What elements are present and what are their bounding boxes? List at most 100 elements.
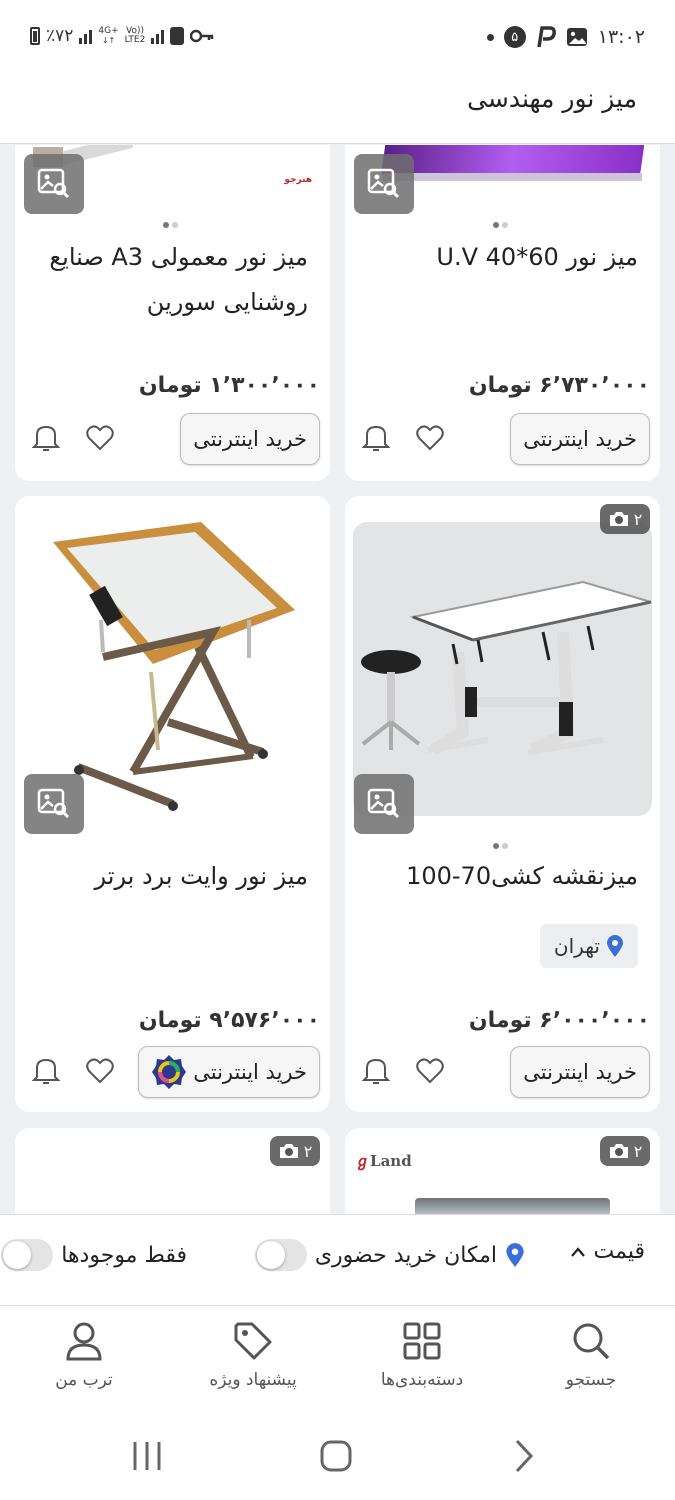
price-alert-button[interactable] xyxy=(29,421,63,455)
page-header: میز نور مهندسی xyxy=(0,78,675,144)
network-type: 4G+ ↓↑ xyxy=(98,25,119,45)
price-alert-button[interactable] xyxy=(359,421,393,455)
in-stock-toggle[interactable] xyxy=(1,1239,54,1271)
user-icon xyxy=(66,1322,102,1361)
price-alert-button[interactable] xyxy=(359,1054,393,1088)
product-image[interactable] xyxy=(23,522,322,816)
photo-count-badge: ۲ xyxy=(270,1136,320,1166)
bell-icon xyxy=(32,1058,60,1084)
product-price: ۶٬۰۰۰٬۰۰۰ تومان xyxy=(468,1008,650,1033)
brand-logo: هنرجو xyxy=(284,175,312,185)
favorite-button[interactable] xyxy=(83,1054,117,1088)
camera-icon xyxy=(279,1144,298,1158)
chevron-up-icon xyxy=(570,1246,585,1257)
nav-search[interactable]: جستجو xyxy=(521,1320,661,1390)
price-alert-button[interactable] xyxy=(29,1054,63,1088)
tag-icon xyxy=(234,1322,272,1360)
camera-icon xyxy=(609,512,628,526)
favorite-button[interactable] xyxy=(83,421,117,455)
search-icon xyxy=(573,1323,610,1360)
buy-online-button[interactable]: خرید اینترنتی xyxy=(180,413,320,465)
notification-dot xyxy=(486,33,494,41)
back-icon[interactable] xyxy=(505,1436,545,1476)
product-image[interactable] xyxy=(353,522,652,816)
nav-offers[interactable]: پیشنهاد ویژه xyxy=(183,1320,323,1390)
lte-indicator: Vo)) LTE2 xyxy=(124,26,146,45)
battery-icon xyxy=(30,27,40,45)
image-search-icon xyxy=(367,168,400,199)
buy-online-button[interactable]: خرید اینترنتی xyxy=(510,413,650,465)
buy-online-button[interactable]: خرید اینترنتی xyxy=(138,1046,320,1098)
image-search-icon xyxy=(37,168,70,199)
product-price: ۹٬۵۷۶٬۰۰۰ تومان xyxy=(138,1008,320,1033)
heart-icon xyxy=(416,425,444,451)
heart-icon xyxy=(86,425,114,451)
signal-icon-2 xyxy=(151,28,165,44)
image-pager-dots xyxy=(493,843,508,849)
bell-icon xyxy=(362,425,390,451)
grid-icon xyxy=(403,1322,441,1360)
light-table-image xyxy=(53,522,295,811)
gallery-icon xyxy=(566,28,587,46)
p-app-icon xyxy=(537,26,556,48)
in-person-filter[interactable]: امکان خرید حضوری xyxy=(254,1239,525,1271)
heart-icon xyxy=(416,1058,444,1084)
buy-online-button[interactable]: خرید اینترنتی xyxy=(510,1046,650,1098)
image-pager-dots xyxy=(493,222,508,228)
product-title[interactable]: میز نور 60*40 U.V xyxy=(365,235,638,280)
bell-icon xyxy=(32,425,60,451)
product-title[interactable]: میز نور معمولی A3 صنایع روشنایی سورین xyxy=(35,235,308,325)
product-card[interactable]: ۲ xyxy=(15,1128,330,1218)
nav-search-label: جستجو xyxy=(565,1370,617,1390)
product-card[interactable]: میز نور 60*40 U.V ۶٬۷۳۰٬۰۰۰ تومان خرید ا… xyxy=(345,145,660,481)
image-search-icon xyxy=(37,788,70,819)
product-title[interactable]: میز نور وایت برد برتر xyxy=(35,854,308,899)
key-icon xyxy=(190,29,214,43)
product-price: ۱٬۳۰۰٬۰۰۰ تومان xyxy=(138,373,320,398)
price-sort-filter[interactable]: قیمت xyxy=(570,1239,645,1264)
in-stock-filter[interactable]: فقط موجودها xyxy=(1,1239,187,1271)
brand-logo: ℊLand xyxy=(355,1152,412,1170)
image-search-button[interactable] xyxy=(24,774,84,834)
nav-offers-label: پیشنهاد ویژه xyxy=(209,1370,297,1390)
favorite-button[interactable] xyxy=(413,421,447,455)
image-search-button[interactable] xyxy=(354,154,414,214)
shop-logo-icon xyxy=(152,1055,187,1089)
image-search-button[interactable] xyxy=(24,154,84,214)
location-pin-icon xyxy=(506,1243,524,1267)
notification-count-badge: ۵ xyxy=(503,26,526,48)
favorite-button[interactable] xyxy=(413,1054,447,1088)
signal-icon xyxy=(79,28,93,44)
clock: ۱۳:۰۲ xyxy=(597,26,645,48)
camera-icon xyxy=(609,1144,628,1158)
status-left: ٪۷۲ 4G+ ↓↑ Vo)) LTE2 xyxy=(30,26,214,46)
battery-level: ٪۷۲ xyxy=(46,26,74,46)
status-right: ۵ ۱۳:۰۲ xyxy=(486,26,645,48)
nav-my-torob[interactable]: ترب من xyxy=(14,1320,154,1390)
image-pager-dots xyxy=(163,222,178,228)
recent-apps-icon[interactable] xyxy=(127,1436,167,1476)
nav-categories[interactable]: دسته‌بندی‌ها xyxy=(352,1320,492,1390)
photo-count-badge: ۲ xyxy=(600,1136,650,1166)
image-search-button[interactable] xyxy=(354,774,414,834)
image-search-icon xyxy=(367,788,400,819)
home-icon[interactable] xyxy=(316,1436,356,1476)
in-person-toggle[interactable] xyxy=(254,1239,307,1271)
lock-icon xyxy=(170,27,185,45)
heart-icon xyxy=(86,1058,114,1084)
location-pin-icon xyxy=(607,935,623,957)
product-card[interactable]: ۲ میزنقشه کشی70-100 تهران ۶٬۰۰۰٬۰۰۰ توما… xyxy=(345,496,660,1112)
system-navigation-bar xyxy=(0,1418,675,1500)
product-title[interactable]: میزنقشه کشی70-100 xyxy=(365,854,638,899)
status-bar: ٪۷۲ 4G+ ↓↑ Vo)) LTE2 ۵ ۱۳:۰۲ xyxy=(0,0,675,78)
page-title: میز نور مهندسی xyxy=(467,84,637,113)
drafting-table-image xyxy=(361,580,652,756)
product-card[interactable]: میز نور وایت برد برتر ۹٬۵۷۶٬۰۰۰ تومان خر… xyxy=(15,496,330,1112)
filter-bar: قیمت امکان خرید حضوری فقط موجودها xyxy=(0,1214,675,1306)
location-chip[interactable]: تهران xyxy=(539,924,638,968)
photo-count-badge: ۲ xyxy=(600,504,650,534)
product-card[interactable]: ℊLand ۲ xyxy=(345,1128,660,1218)
product-card[interactable]: هنرجو میز نور معمولی A3 صنایع روشنایی سو… xyxy=(15,145,330,481)
bell-icon xyxy=(362,1058,390,1084)
product-price: ۶٬۷۳۰٬۰۰۰ تومان xyxy=(468,373,650,398)
